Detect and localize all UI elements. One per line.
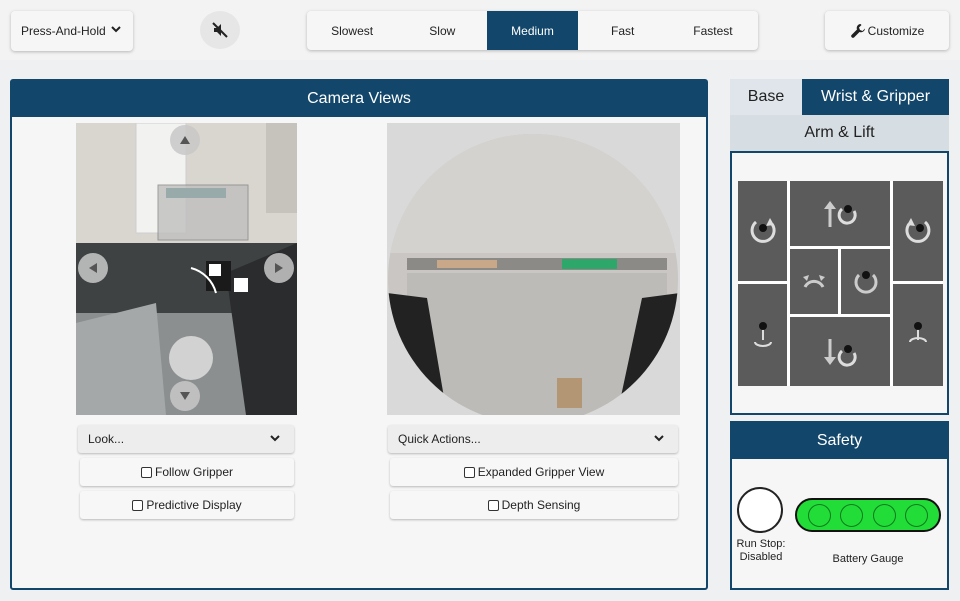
camera-pan-left-button[interactable] xyxy=(78,253,108,283)
action-mode-value: Press-And-Hold xyxy=(21,24,106,38)
chevron-down-icon xyxy=(111,26,121,33)
triangle-left-icon xyxy=(89,263,97,273)
gripper-camera-feed[interactable] xyxy=(387,123,680,415)
camera-views-title: Camera Views xyxy=(307,90,411,107)
predictive-display-toggle[interactable]: Predictive Display xyxy=(80,491,294,519)
gripper-open-button[interactable] xyxy=(841,249,890,314)
predictive-display-checkbox[interactable] xyxy=(132,499,144,511)
look-dropdown-value: Look... xyxy=(88,432,125,446)
look-dropdown[interactable]: Look... xyxy=(78,425,294,453)
battery-segment xyxy=(807,503,831,527)
triangle-right-icon xyxy=(275,263,283,273)
quick-actions-value: Quick Actions... xyxy=(398,432,481,446)
gripper-close-icon xyxy=(803,274,825,288)
battery-segment xyxy=(872,503,896,527)
action-mode-select[interactable]: Press-And-Hold xyxy=(11,11,133,51)
speed-fast-button[interactable]: Fast xyxy=(578,11,668,50)
wrist-yaw-right-button[interactable] xyxy=(893,284,943,386)
speaker-muted-icon xyxy=(212,22,228,38)
camera-pan-up-button[interactable] xyxy=(170,125,200,155)
wrist-control-panel xyxy=(730,151,949,415)
battery-gauge xyxy=(795,498,941,532)
expanded-gripper-view-label: Expanded Gripper View xyxy=(477,465,605,479)
triangle-up-icon xyxy=(180,136,190,144)
customize-button[interactable]: Customize xyxy=(825,11,949,50)
wrist-yaw-left-button[interactable] xyxy=(738,284,787,386)
camera-views-panel: Camera Views Look... Follow Gripper Pred… xyxy=(10,79,708,590)
depth-sensing-checkbox[interactable] xyxy=(487,499,499,511)
follow-gripper-toggle[interactable]: Follow Gripper xyxy=(80,458,294,486)
battery-gauge-label: Battery Gauge xyxy=(832,553,904,565)
chevron-down-icon xyxy=(270,435,280,442)
expanded-gripper-view-toggle[interactable]: Expanded Gripper View xyxy=(390,458,678,486)
camera-pan-right-button[interactable] xyxy=(264,253,294,283)
yaw-left-icon xyxy=(753,322,772,347)
speed-slow-button[interactable]: Slow xyxy=(397,11,487,50)
wrist-pitch-up-button[interactable] xyxy=(790,181,890,246)
overhead-camera-feed[interactable] xyxy=(76,123,297,415)
follow-gripper-label: Follow Gripper xyxy=(154,465,234,479)
camera-pan-down-button[interactable] xyxy=(170,381,200,411)
gripper-close-button[interactable] xyxy=(790,249,838,314)
arrow-down-rotate-icon xyxy=(824,338,857,367)
camera-views-header: Camera Views xyxy=(12,81,706,117)
yaw-right-icon xyxy=(909,322,927,343)
speed-slowest-button[interactable]: Slowest xyxy=(307,11,397,50)
speed-medium-button[interactable]: Medium xyxy=(487,11,578,50)
mute-button[interactable] xyxy=(200,11,240,49)
safety-panel: Safety Run Stop: Disabled Battery Gauge xyxy=(730,421,949,590)
tab-arm-lift[interactable]: Arm & Lift xyxy=(730,115,949,151)
run-stop-button[interactable] xyxy=(737,487,783,533)
top-toolbar: Press-And-Hold Slowest Slow Medium Fast … xyxy=(0,0,960,60)
control-mode-tabs: Base Wrist & Gripper xyxy=(730,79,949,115)
wrist-control-pad xyxy=(738,181,943,386)
rotate-ccw-icon xyxy=(750,218,776,243)
tab-wrist-gripper[interactable]: Wrist & Gripper xyxy=(802,79,949,115)
triangle-down-icon xyxy=(180,392,190,400)
expanded-gripper-view-checkbox[interactable] xyxy=(463,466,475,478)
battery-segment xyxy=(840,503,864,527)
arrow-up-rotate-icon xyxy=(824,200,857,227)
depth-sensing-toggle[interactable]: Depth Sensing xyxy=(390,491,678,519)
predictive-display-label: Predictive Display xyxy=(146,498,242,512)
customize-label: Customize xyxy=(867,23,925,38)
safety-header: Safety xyxy=(732,423,947,459)
wrist-roll-right-button[interactable] xyxy=(893,181,943,281)
safety-title: Safety xyxy=(816,432,863,449)
depth-sensing-label: Depth Sensing xyxy=(501,498,581,512)
speed-fastest-button[interactable]: Fastest xyxy=(668,11,758,50)
battery-segment xyxy=(905,503,929,527)
speed-selector: Slowest Slow Medium Fast Fastest xyxy=(307,11,758,50)
gripper-open-icon xyxy=(854,270,877,294)
wrist-pitch-down-button[interactable] xyxy=(790,317,890,386)
follow-gripper-checkbox[interactable] xyxy=(140,466,152,478)
gripper-camera-image xyxy=(387,123,680,415)
quick-actions-dropdown[interactable]: Quick Actions... xyxy=(388,425,678,453)
wrench-icon xyxy=(850,23,865,38)
chevron-down-icon xyxy=(654,435,664,442)
rotate-cw-icon xyxy=(905,218,931,243)
tab-base[interactable]: Base xyxy=(730,79,802,115)
run-stop-label: Run Stop: Disabled xyxy=(736,538,786,563)
wrist-roll-left-button[interactable] xyxy=(738,181,787,281)
